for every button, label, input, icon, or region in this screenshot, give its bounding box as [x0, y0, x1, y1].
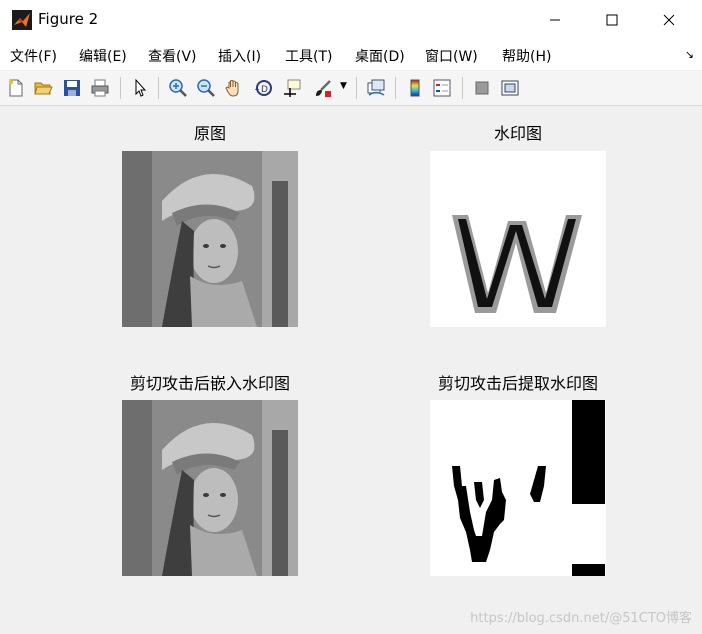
hide-plot-tools-icon[interactable] [472, 78, 492, 98]
link-plot-icon[interactable] [366, 78, 386, 98]
menu-edit[interactable]: 编辑(E) [79, 46, 127, 66]
maximize-button[interactable] [589, 0, 635, 40]
menu-insert[interactable]: 插入(I) [218, 46, 261, 66]
print-icon[interactable] [90, 78, 110, 98]
menu-bar: 文件(F) 编辑(E) 查看(V) 插入(I) 工具(T) 桌面(D) 窗口(W… [0, 40, 702, 70]
axis-title-watermark: 水印图 [493, 124, 542, 143]
maximize-icon [606, 14, 618, 26]
title-bar: Figure 2 [0, 0, 702, 40]
toolbar-separator [395, 77, 396, 99]
colorbar-icon[interactable] [405, 78, 425, 98]
zoom-out-icon[interactable] [196, 78, 216, 98]
axis-title-cropped-extracted: 剪切攻击后提取水印图 [437, 374, 598, 393]
figure-toolbar: D ▼ [0, 71, 702, 106]
close-icon [663, 14, 675, 26]
data-cursor-icon[interactable] [282, 78, 302, 98]
toolbar-separator [356, 77, 357, 99]
legend-icon[interactable] [432, 78, 452, 98]
zoom-in-icon[interactable] [168, 78, 188, 98]
pointer-icon[interactable] [130, 78, 150, 98]
brush-icon[interactable] [313, 78, 333, 98]
new-figure-icon[interactable] [6, 78, 26, 98]
figure-canvas: 原图 水印图 剪切攻击后嵌入水印图 剪切攻击后提取水印图 https://blo… [0, 106, 702, 634]
axis-title-original: 原图 [193, 124, 226, 143]
watermark-w-image [430, 151, 606, 327]
menu-window[interactable]: 窗口(W) [425, 46, 478, 66]
show-plot-tools-icon[interactable] [500, 78, 520, 98]
blog-watermark: https://blog.csdn.net/@51CTO博客 [470, 611, 692, 626]
brush-dropdown-icon[interactable]: ▼ [340, 81, 347, 91]
close-button[interactable] [646, 0, 692, 40]
dock-arrow-icon[interactable]: ↘ [685, 48, 694, 61]
menu-view[interactable]: 查看(V) [148, 46, 197, 66]
minimize-button[interactable] [532, 0, 578, 40]
extracted-watermark-image [430, 400, 606, 576]
menu-tools[interactable]: 工具(T) [285, 46, 332, 66]
menu-file[interactable]: 文件(F) [10, 46, 57, 66]
toolbar-separator [120, 77, 121, 99]
toolbar-separator [462, 77, 463, 99]
menu-help[interactable]: 帮助(H) [502, 46, 551, 66]
svg-text:D: D [261, 85, 268, 95]
rotate-3d-icon[interactable]: D [254, 78, 274, 98]
toolbar-separator [158, 77, 159, 99]
axis-title-cropped-embedded: 剪切攻击后嵌入水印图 [129, 374, 290, 393]
cropped-embedded-lena-image [122, 400, 298, 576]
window-title: Figure 2 [38, 10, 99, 28]
original-lena-image [122, 151, 298, 327]
open-file-icon[interactable] [33, 78, 53, 98]
pan-hand-icon[interactable] [224, 78, 244, 98]
save-icon[interactable] [62, 78, 82, 98]
matlab-icon [12, 10, 32, 30]
menu-desktop[interactable]: 桌面(D) [355, 46, 405, 66]
minimize-icon [550, 19, 560, 21]
